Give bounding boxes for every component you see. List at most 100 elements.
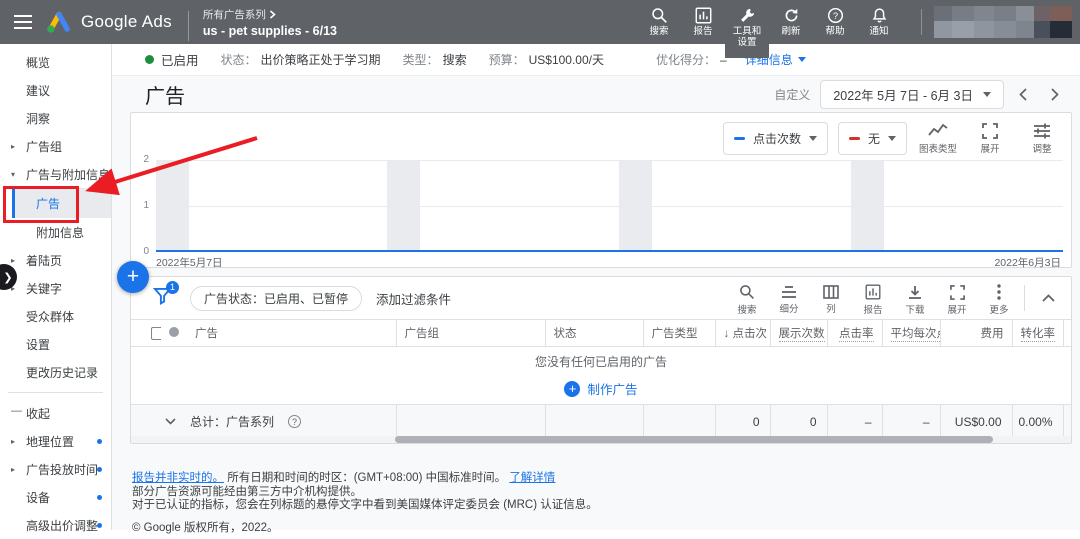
wrench-icon <box>740 8 754 22</box>
menu-icon[interactable] <box>0 0 46 44</box>
expand-icon <box>982 123 998 139</box>
chevron-right-icon: ▸ <box>11 436 16 446</box>
table-download-button[interactable]: 下载 <box>894 281 936 316</box>
learn-more-link[interactable]: 了解详情 <box>509 472 555 484</box>
notification-dot <box>97 438 102 444</box>
topnav-refresh-button[interactable]: 刷新 <box>769 0 813 44</box>
filter-chip-ad-status[interactable]: 广告状态：已启用、已暂停 <box>190 285 363 311</box>
sidebar-item-devices[interactable]: 设备 <box>0 483 111 511</box>
help-icon[interactable]: ? <box>288 415 302 429</box>
campaign-status-bar: 已启用 状态： 出价策略正处于学习期 类型： 搜索 预算： US$100.00/天 优… <box>112 44 1080 76</box>
status-badge: 已启用 <box>161 54 199 68</box>
chevron-up-icon <box>1041 294 1055 302</box>
topnav-help-button[interactable]: ? 帮助 <box>813 0 857 44</box>
col-header-ad-type[interactable]: 广告类型 <box>643 319 716 347</box>
col-header-status[interactable]: 状态 <box>545 319 644 347</box>
report-chart-icon <box>865 284 881 300</box>
sidebar-item-insights[interactable]: 洞察 <box>0 104 111 132</box>
date-prev-button[interactable] <box>1010 80 1036 108</box>
performance-chart-card: 点击次数 无 图表类型 展开 调整 2 1 0 2022年5月7日 2022年6… <box>130 112 1072 269</box>
table-columns-button[interactable]: 列 <box>810 281 852 315</box>
chart-adjust-button[interactable]: 调整 <box>1021 119 1063 155</box>
x-axis-start-label: 2022年5月7日 <box>156 257 223 269</box>
top-app-bar: Google Ads 所有广告系列 us - pet supplies - 6/… <box>0 0 1080 58</box>
page-header: 广告 自定义 2022年 5月 7日 - 6月 3日 <box>112 76 1080 112</box>
topnav-notifications-button[interactable]: 通知 <box>857 0 901 44</box>
table-header-row: 广告 广告组 状态 广告类型 ↓ 点击次 展示次数 点击率 平均每次点 费用 转… <box>131 319 1071 347</box>
chevron-down-icon <box>808 136 817 141</box>
col-header-clicks-sorted[interactable]: ↓ 点击次 <box>715 319 771 347</box>
col-header-ad[interactable]: 广告 <box>187 319 397 347</box>
sidebar-item-locations[interactable]: ▸ 地理位置 <box>0 427 111 455</box>
sidebar-item-recommendations[interactable]: 建议 <box>0 76 111 104</box>
table-more-button[interactable]: 更多 <box>978 280 1020 316</box>
secondary-metric-dropdown[interactable]: 无 <box>837 122 907 155</box>
sidebar-item-landing-pages[interactable]: ▸ 着陆页 <box>0 246 111 274</box>
expand-total-chevron[interactable] <box>165 418 176 425</box>
select-all-checkbox[interactable] <box>151 326 161 340</box>
budget-field: 预算： US$100.00/天 <box>488 53 604 67</box>
main-content: 已启用 状态： 出价策略正处于学习期 类型： 搜索 预算： US$100.00/天 优… <box>112 44 1080 534</box>
create-ad-button[interactable]: + 制作广告 <box>564 379 638 398</box>
total-row: 总计：广告系列 ? 0 0 – – US$0.00 0.00% <box>131 404 1071 439</box>
divider <box>1024 285 1025 311</box>
table-segment-button[interactable]: 细分 <box>768 281 810 315</box>
sidebar-item-ad-groups[interactable]: ▸ 广告组 <box>0 132 111 160</box>
sidebar-item-audiences[interactable]: 受众群体 <box>0 302 111 330</box>
sort-desc-icon: ↓ <box>723 328 730 340</box>
notification-dot <box>97 522 102 528</box>
col-header-ad-group[interactable]: 广告组 <box>396 319 546 347</box>
col-header-conv-rate[interactable]: 转化率 <box>1012 319 1064 347</box>
sidebar-item-ads-selected[interactable]: 广告 <box>12 188 111 218</box>
sidebar-collapse-button[interactable]: — 收起 <box>0 399 111 427</box>
status-field: 状态： 出价策略正处于学习期 <box>220 53 381 67</box>
sidebar-item-change-history[interactable]: 更改历史记录 <box>0 358 111 386</box>
x-axis-end-label: 2022年6月3日 <box>994 257 1061 269</box>
sidebar-item-ads-extensions[interactable]: ▾ 广告与附加信息 <box>0 160 111 188</box>
primary-metric-dropdown[interactable]: 点击次数 <box>722 122 828 155</box>
not-realtime-link[interactable]: 报告并非实时的。 <box>132 472 224 484</box>
columns-icon <box>823 285 839 299</box>
breadcrumb-campaign[interactable]: us - pet supplies - 6/13 <box>203 24 337 38</box>
divider <box>921 9 922 35</box>
campaign-breadcrumb[interactable]: 所有广告系列 us - pet supplies - 6/13 <box>203 0 337 44</box>
account-menu-blurred[interactable] <box>934 6 1072 38</box>
table-report-button[interactable]: 报告 <box>852 280 894 316</box>
topnav-tools-button[interactable]: 工具和 设置 <box>725 0 769 58</box>
y-axis-tick: 0 <box>143 246 149 257</box>
chart-expand-button[interactable]: 展开 <box>969 119 1011 155</box>
table-expand-button[interactable]: 展开 <box>936 281 978 316</box>
total-avg-cpc: – <box>882 404 941 439</box>
copyright: © Google 版权所有，2022。 <box>132 521 279 534</box>
topnav-reports-button[interactable]: 报告 <box>681 0 725 44</box>
topnav-search-button[interactable]: 搜索 <box>637 0 681 44</box>
sliders-icon <box>1034 123 1050 139</box>
breadcrumb-all-campaigns[interactable]: 所有广告系列 <box>203 7 266 22</box>
status-dot-icon[interactable] <box>169 326 179 337</box>
col-header-avg-cpc[interactable]: 平均每次点 <box>882 319 941 347</box>
col-header-cost[interactable]: 费用 <box>940 319 1013 347</box>
sidebar-item-settings[interactable]: 设置 <box>0 330 111 358</box>
filter-button[interactable]: 1 <box>152 280 179 310</box>
date-range-type-label: 自定义 <box>774 87 811 102</box>
chevron-down-icon: ▾ <box>11 169 16 179</box>
sidebar-item-advanced-bid-adj[interactable]: 高级出价调整 <box>0 511 111 539</box>
date-range-picker[interactable]: 2022年 5月 7日 - 6月 3日 <box>820 79 1004 109</box>
divider <box>187 10 189 41</box>
scrollbar-thumb[interactable] <box>395 436 993 443</box>
col-header-impressions[interactable]: 展示次数 <box>770 319 828 347</box>
collapse-table-chevron[interactable] <box>1033 294 1063 302</box>
sidebar-item-extensions[interactable]: 附加信息 <box>0 218 111 246</box>
col-header-conversions-clipped[interactable]: 转 <box>1063 319 1071 347</box>
type-field: 类型： 搜索 <box>402 53 467 67</box>
create-fab-button[interactable]: + <box>117 261 149 293</box>
sidebar-item-overview[interactable]: 概览 <box>0 48 111 76</box>
col-header-ctr[interactable]: 点击率 <box>827 319 883 347</box>
chart-plot-area <box>156 160 1063 252</box>
chart-type-button[interactable]: 图表类型 <box>917 119 959 155</box>
table-search-button[interactable]: 搜索 <box>726 280 768 316</box>
date-next-button[interactable] <box>1042 80 1068 108</box>
sidebar-item-ad-schedule[interactable]: ▸ 广告投放时间 <box>0 455 111 483</box>
add-filter-button[interactable]: 添加过滤条件 <box>376 289 451 308</box>
chevron-down-icon <box>888 136 896 141</box>
